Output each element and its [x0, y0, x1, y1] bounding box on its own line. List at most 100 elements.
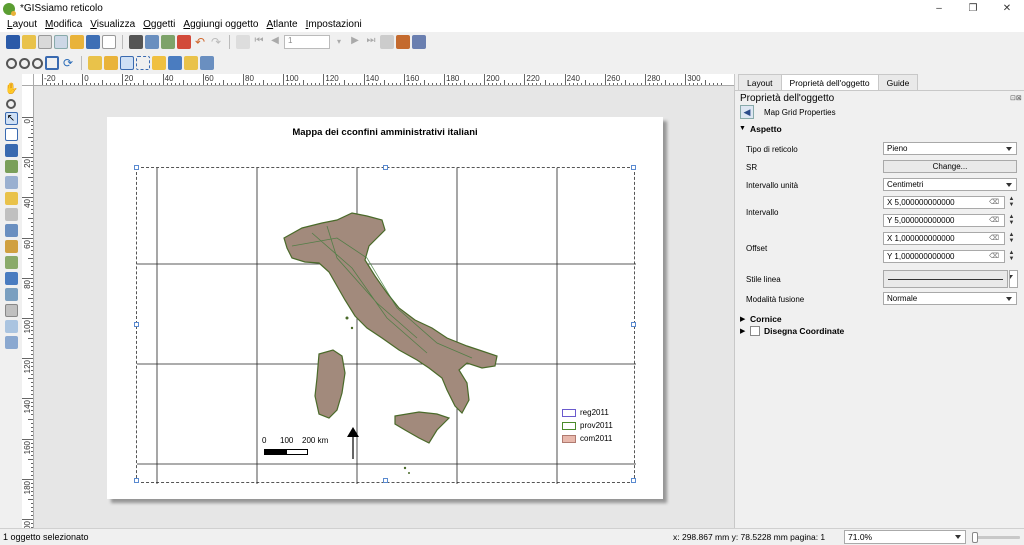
open-template-icon[interactable] [70, 35, 84, 49]
vertical-ruler[interactable]: 0 20 40 60 80 100 120 140 160 180 200 [22, 86, 34, 528]
layout-manager-icon[interactable] [54, 35, 68, 49]
clear-icon[interactable]: ⌫ [989, 198, 999, 206]
interval-x-spinner[interactable]: ▲ ▼ [1007, 196, 1016, 209]
offset-y-spinner[interactable]: ▲ ▼ [1007, 250, 1016, 263]
close-button[interactable]: ✕ [990, 0, 1024, 17]
zoom-in-icon[interactable] [6, 57, 17, 69]
back-button[interactable]: ◀ [740, 105, 754, 119]
resize-handle[interactable] [134, 478, 139, 483]
resize-handle[interactable] [631, 478, 636, 483]
interval-y-input[interactable]: Y 5,000000000000 ⌫ [883, 214, 1005, 227]
menu-impostazioni[interactable]: Impostazioni [302, 19, 366, 30]
layout-canvas[interactable]: -20 0 20 40 60 80 100 120 140 160 180 200 220 240 260 2… [22, 74, 734, 528]
zoom-actual-icon[interactable] [32, 57, 43, 69]
export-svg-icon[interactable] [161, 35, 175, 49]
offset-x-input[interactable]: X 1,000000000000 ⌫ [883, 232, 1005, 245]
add-scalebar-icon[interactable] [4, 240, 18, 253]
menu-modifica[interactable]: Modifica [41, 19, 86, 30]
export-pdf-icon[interactable] [177, 35, 191, 49]
resize-handle[interactable] [383, 478, 388, 483]
interval-y-spinner[interactable]: ▲ ▼ [1007, 214, 1016, 227]
add-node-item-icon[interactable] [4, 288, 18, 301]
align-items-icon[interactable] [168, 56, 182, 70]
add-3d-map-icon[interactable] [4, 176, 18, 189]
grid-type-select[interactable]: Pieno [883, 142, 1017, 155]
menu-atlante[interactable]: Atlante [262, 19, 301, 30]
print-icon[interactable] [129, 35, 143, 49]
add-attribute-table-icon[interactable] [4, 336, 18, 349]
section-aspetto[interactable]: Aspetto [750, 124, 782, 134]
first-feature-icon[interactable]: ⏮ [252, 35, 266, 49]
menu-visualizza[interactable]: Visualizza [86, 19, 139, 30]
map-item[interactable] [136, 167, 636, 484]
resize-handle[interactable] [134, 165, 139, 170]
raise-items-icon[interactable] [152, 56, 166, 70]
add-shape-icon[interactable] [4, 256, 18, 269]
last-feature-icon[interactable]: ⏭ [364, 35, 378, 49]
atlas-preview-icon[interactable] [412, 35, 426, 49]
add-label-icon[interactable] [4, 208, 18, 221]
print-atlas-icon[interactable] [380, 35, 394, 49]
tab-item-properties[interactable]: Proprietà dell'oggetto [780, 74, 879, 90]
offset-x-spinner[interactable]: ▲ ▼ [1007, 232, 1016, 245]
line-style-button[interactable] [883, 270, 1008, 288]
menu-layout[interactable]: Layout [3, 19, 41, 30]
blend-mode-select[interactable]: Normale [883, 292, 1017, 305]
export-atlas-icon[interactable] [396, 35, 410, 49]
map-title-label[interactable]: Mappa dei cconfini amministrativi italia… [107, 127, 663, 138]
ungroup-items-icon[interactable] [136, 56, 150, 70]
line-style-dropdown[interactable] [1009, 270, 1018, 288]
select-tool-icon[interactable]: ↖ [4, 112, 18, 125]
panel-float-close-icon[interactable]: ⊡⊠ [1010, 94, 1022, 102]
duplicate-layout-icon[interactable] [38, 35, 52, 49]
next-feature-icon[interactable]: ▶ [348, 35, 362, 49]
add-legend-icon[interactable] [4, 224, 18, 237]
zoom-slider-handle[interactable] [972, 532, 978, 543]
save-template-icon[interactable] [86, 35, 100, 49]
section-draw-coordinates[interactable]: Disegna Coordinate [764, 326, 844, 336]
atlas-page-input[interactable]: 1 [284, 35, 330, 49]
resize-items-icon[interactable] [200, 56, 214, 70]
zoom-slider[interactable] [972, 532, 1020, 543]
legend-item[interactable]: reg2011 prov2011 com2011 [562, 408, 613, 447]
clear-icon[interactable]: ⌫ [989, 216, 999, 224]
change-crs-button[interactable]: Change... [883, 160, 1017, 173]
draw-coordinates-checkbox[interactable] [750, 326, 760, 336]
previous-feature-icon[interactable]: ◀ [268, 35, 282, 49]
unlock-items-icon[interactable] [104, 56, 118, 70]
page-dropdown-icon[interactable]: ▾ [332, 35, 346, 49]
chevron-right-icon[interactable]: ▶ [740, 327, 745, 335]
menu-oggetti[interactable]: Oggetti [139, 19, 179, 30]
maximize-button[interactable]: ❐ [956, 0, 990, 17]
add-picture-icon[interactable] [4, 192, 18, 205]
distribute-items-icon[interactable] [184, 56, 198, 70]
add-map-icon[interactable] [4, 160, 18, 173]
save-icon[interactable] [6, 35, 20, 49]
pan-icon[interactable]: ✋ [5, 83, 19, 96]
minimize-button[interactable]: – [922, 0, 956, 17]
atlas-settings-icon[interactable] [236, 35, 250, 49]
zoom-out-icon[interactable] [19, 57, 30, 69]
interval-units-select[interactable]: Centimetri [883, 178, 1017, 191]
add-marker-icon[interactable] [4, 272, 18, 285]
redo-icon[interactable]: ↷ [209, 35, 223, 49]
zoom-full-icon[interactable] [45, 56, 59, 70]
export-image-icon[interactable] [145, 35, 159, 49]
interval-x-input[interactable]: X 5,000000000000 ⌫ [883, 196, 1005, 209]
resize-handle[interactable] [631, 165, 636, 170]
add-html-icon[interactable] [4, 320, 18, 333]
clear-icon[interactable]: ⌫ [989, 252, 999, 260]
move-content-icon[interactable] [4, 128, 18, 141]
new-layout-icon[interactable] [22, 35, 36, 49]
refresh-icon[interactable]: ⟳ [61, 56, 75, 70]
offset-y-input[interactable]: Y 1,000000000000 ⌫ [883, 250, 1005, 263]
lock-items-icon[interactable] [88, 56, 102, 70]
scalebar-item[interactable]: 0 100 200 km [262, 436, 328, 455]
add-arrow-icon[interactable] [4, 304, 18, 317]
zoom-tool-icon[interactable] [6, 99, 16, 109]
clear-icon[interactable]: ⌫ [989, 234, 999, 242]
north-arrow-icon[interactable] [347, 427, 359, 459]
page-setup-icon[interactable] [102, 35, 116, 49]
layout-page[interactable]: Mappa dei cconfini amministrativi italia… [107, 117, 663, 499]
horizontal-ruler[interactable]: -20 0 20 40 60 80 100 120 140 160 180 200 220 240 260 2… [34, 74, 734, 86]
